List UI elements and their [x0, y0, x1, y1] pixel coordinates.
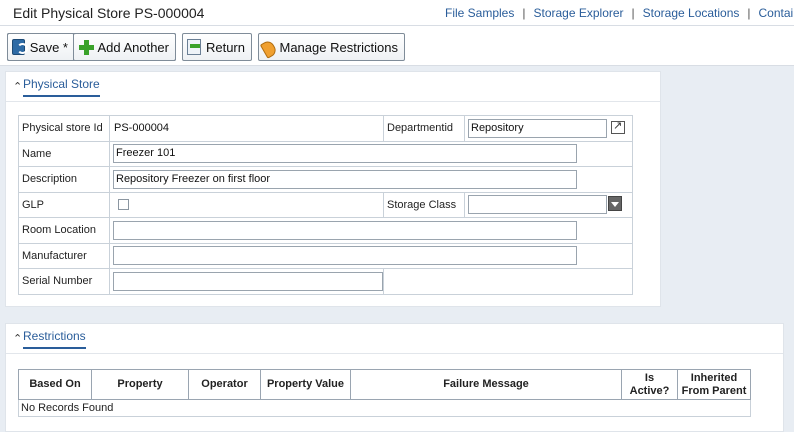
glp-checkbox[interactable] [118, 199, 129, 211]
column-header-operator[interactable]: Operator [188, 369, 261, 400]
column-header-failure-message[interactable]: Failure Message [350, 369, 622, 400]
return-button[interactable]: Return [182, 33, 252, 61]
save-button[interactable]: Save * [7, 33, 74, 61]
description-field[interactable]: Repository Freezer on first floor [113, 169, 577, 189]
plus-icon [78, 39, 95, 55]
form-row: Description Repository Freezer on first … [18, 166, 633, 193]
storage-class-select[interactable] [468, 195, 607, 215]
manufacturer-field[interactable] [113, 246, 577, 266]
table-header-row: Based On Property Operator Property Valu… [18, 369, 751, 400]
empty-cell [383, 268, 633, 295]
restrictions-header[interactable]: ⌃ Restrictions [6, 324, 783, 354]
save-icon [12, 39, 28, 55]
link-storage-locations[interactable]: Storage Locations [643, 6, 740, 20]
description-label: Description [18, 166, 110, 193]
physical-store-header[interactable]: ⌃ Physical Store [6, 72, 660, 102]
form-row: GLP Storage Class [18, 191, 633, 218]
serial-number-field[interactable] [113, 271, 383, 291]
column-header-inherited-from-parent[interactable]: Inherited From Parent [677, 369, 751, 400]
form-row: Room Location [18, 217, 633, 244]
collapse-chevron-icon[interactable]: ⌃ [13, 80, 22, 93]
physical-store-id-value: PS-000004 [114, 122, 170, 135]
restrictions-table: Based On Property Operator Property Valu… [18, 369, 751, 417]
no-records-message: No Records Found [18, 399, 751, 417]
page-title: Edit Physical Store PS-000004 [13, 5, 205, 21]
return-icon [187, 39, 201, 55]
toolbar: Save * Add Another Return Manage Restric… [0, 26, 794, 66]
name-field[interactable]: Freezer 101 [113, 144, 577, 164]
open-link-icon[interactable] [611, 119, 625, 134]
restrictions-panel: ⌃ Restrictions Based On Property Operato… [5, 323, 784, 432]
top-links: File Samples | Storage Explorer | Storage Lo… [445, 6, 793, 20]
link-separator: | [631, 6, 635, 20]
manufacturer-label: Manufacturer [18, 242, 110, 269]
storage-class-label: Storage Class [383, 191, 465, 218]
link-containers[interactable]: Contai [759, 6, 794, 20]
title-bar: Edit Physical Store PS-000004 File Sampl… [0, 0, 794, 26]
manage-restrictions-label: Manage Restrictions [279, 39, 399, 55]
physical-store-panel: ⌃ Physical Store Physical store Id PS-00… [5, 71, 661, 307]
departmentid-field[interactable]: Repository [468, 118, 607, 138]
room-location-field[interactable] [113, 220, 577, 240]
glp-label: GLP [18, 191, 110, 218]
return-label: Return [205, 39, 245, 55]
physical-store-form: Physical store Id PS-000004 Departmentid… [18, 115, 633, 295]
link-separator: | [747, 6, 751, 20]
name-label: Name [18, 140, 110, 167]
serial-number-label: Serial Number [18, 268, 110, 295]
collapse-chevron-icon[interactable]: ⌃ [13, 332, 22, 345]
manage-restrictions-button[interactable]: Manage Restrictions [258, 33, 405, 61]
restrictions-section-title: Restrictions [23, 329, 86, 349]
column-header-is-active[interactable]: Is Active? [621, 369, 678, 400]
table-row: No Records Found [18, 399, 751, 417]
link-file-samples[interactable]: File Samples [445, 6, 514, 20]
save-button-label: Save * [29, 39, 68, 55]
link-storage-explorer[interactable]: Storage Explorer [533, 6, 623, 20]
form-row: Name Freezer 101 [18, 140, 633, 167]
form-row: Manufacturer [18, 242, 633, 269]
add-another-button[interactable]: Add Another [74, 33, 176, 61]
chevron-down-icon[interactable] [608, 195, 622, 211]
physical-store-section-title: Physical Store [23, 77, 100, 97]
room-location-label: Room Location [18, 217, 110, 244]
tag-icon [259, 38, 278, 59]
physical-store-id-label: Physical store Id [18, 115, 110, 142]
column-header-based-on[interactable]: Based On [18, 369, 92, 400]
form-row: Physical store Id PS-000004 Departmentid… [18, 115, 633, 142]
column-header-property-value[interactable]: Property Value [260, 369, 351, 400]
add-another-label: Add Another [97, 39, 169, 55]
departmentid-label: Departmentid [383, 115, 465, 142]
form-row: Serial Number [18, 268, 633, 295]
link-separator: | [522, 6, 526, 20]
column-header-property[interactable]: Property [91, 369, 189, 400]
